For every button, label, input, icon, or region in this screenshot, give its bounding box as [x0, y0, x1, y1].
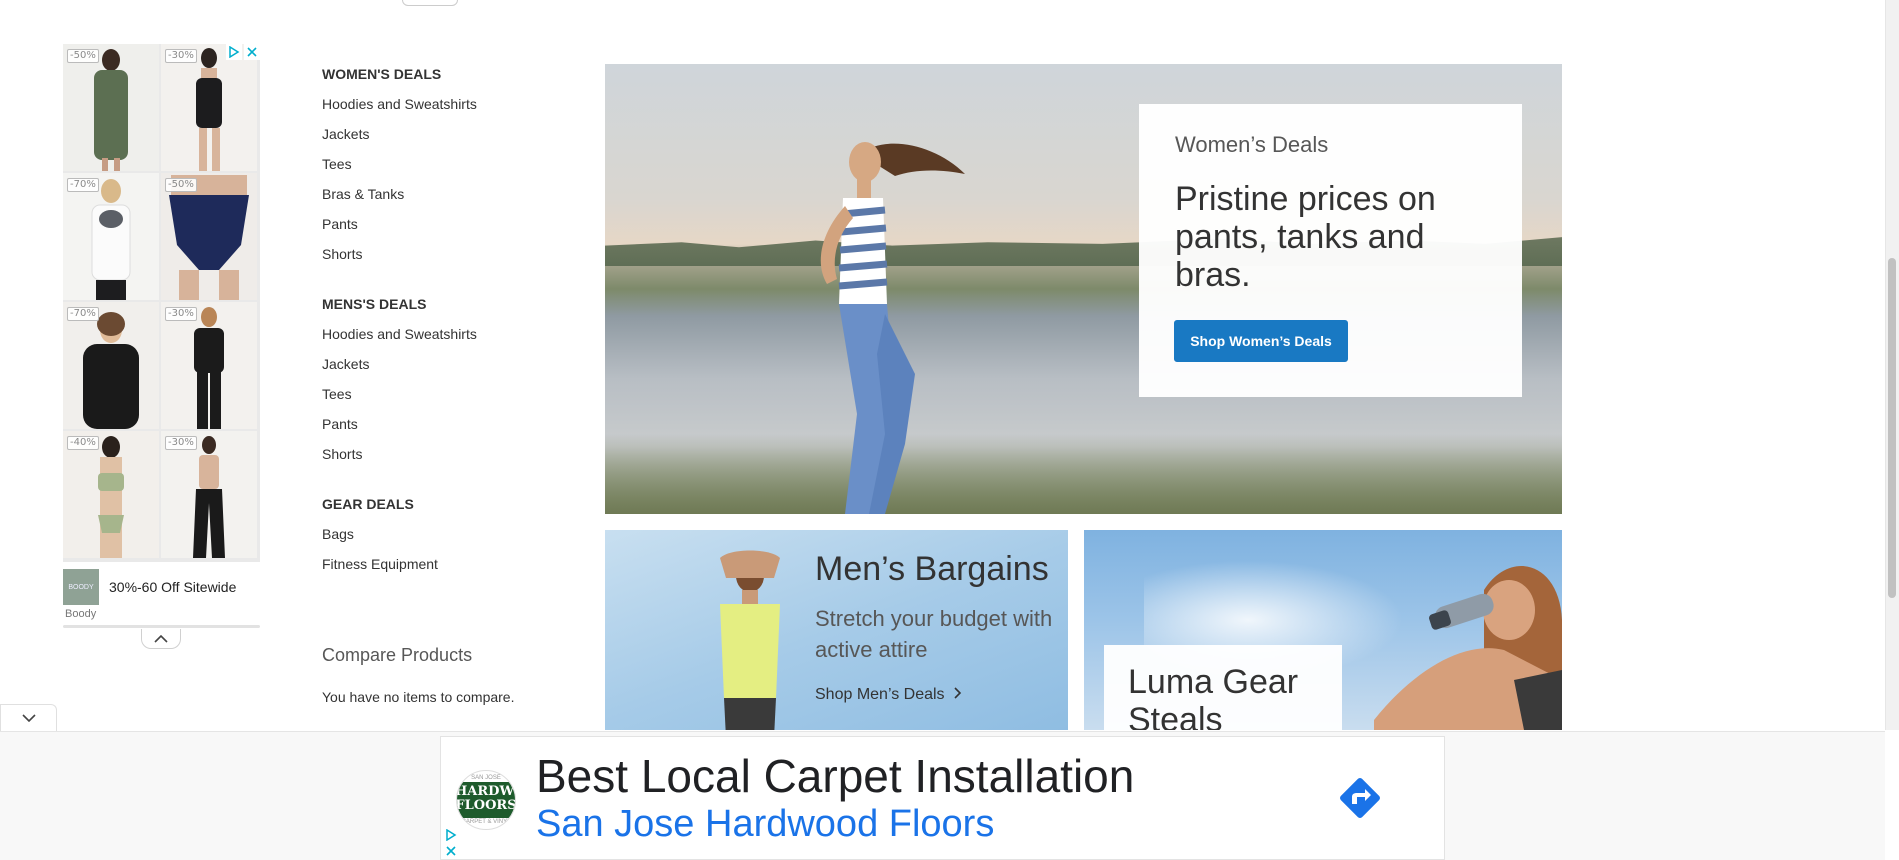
- compare-products-title: Compare Products: [322, 645, 473, 665]
- directions-arrow-icon[interactable]: [1335, 773, 1385, 823]
- product-image: [83, 312, 139, 429]
- discount-badge: -50%: [165, 178, 197, 192]
- deal-kicker: Women’s Deals: [1175, 132, 1329, 157]
- discount-badge: -30%: [165, 307, 197, 321]
- mens-tile-subtitle: Stretch your budget with active attire: [815, 606, 1053, 662]
- deal-headline: Pristine prices on pants, tanks and bras…: [1175, 180, 1436, 294]
- nav-group-title: WOMEN'S DEALS: [322, 66, 442, 82]
- nav-link-womens-pants[interactable]: Pants: [322, 214, 582, 234]
- top-search-stub[interactable]: [402, 0, 458, 6]
- ad-choices[interactable]: [224, 44, 260, 60]
- logo-bottom-text: CARPET & VINYL: [461, 819, 511, 825]
- logo-top-text: SAN JOSE: [471, 775, 501, 781]
- nav-link-mens-jackets[interactable]: Jackets: [322, 354, 582, 374]
- nav-link-womens-hoodies[interactable]: Hoodies and Sweatshirts: [322, 94, 582, 114]
- ad-advertiser[interactable]: Boody: [65, 608, 96, 620]
- ad-product-6[interactable]: -30%: [161, 302, 257, 429]
- discount-badge: -70%: [67, 178, 99, 192]
- product-image: [91, 179, 131, 300]
- ad-product-5[interactable]: -70%: [63, 302, 159, 429]
- sticky-ad-toggle[interactable]: [0, 704, 57, 731]
- left-display-ad[interactable]: -50% -30% -70% -50% -70% -30% -40% -30% …: [63, 44, 260, 649]
- deals-sidebar-nav: WOMEN'S DEALS Hoodies and Sweatshirts Ja…: [322, 64, 582, 604]
- ad-product-grid: -50% -30% -70% -50% -70% -30% -40% -30%: [63, 44, 260, 562]
- page: -50% -30% -70% -50% -70% -30% -40% -30% …: [0, 0, 1899, 860]
- discount-badge: -50%: [67, 49, 99, 63]
- advertiser-logo: SAN JOSE HARDWOOD FLOORS CARPET & VINYL: [456, 770, 516, 830]
- nav-link-womens-bras-tanks[interactable]: Bras & Tanks: [322, 184, 582, 204]
- discount-badge: -30%: [165, 49, 197, 63]
- ad-brand-row[interactable]: BOODY 30%-60 Off Sitewide: [63, 567, 260, 607]
- compare-empty-text: You have no items to compare.: [322, 689, 515, 705]
- sticky-banner-ad[interactable]: SAN JOSE HARDWOOD FLOORS CARPET & VINYL …: [440, 736, 1445, 860]
- discount-badge: -70%: [67, 307, 99, 321]
- nav-group-gear: GEAR DEALS Bags Fitness Equipment: [322, 494, 582, 574]
- hero-grass: [605, 434, 1562, 514]
- runner-image: [820, 142, 965, 514]
- nav-group-womens: WOMEN'S DEALS Hoodies and Sweatshirts Ja…: [322, 64, 582, 264]
- nav-link-gear-fitness[interactable]: Fitness Equipment: [322, 554, 582, 574]
- banner-headline[interactable]: Best Local Carpet Installation: [536, 749, 1134, 803]
- nav-link-womens-shorts[interactable]: Shorts: [322, 244, 582, 264]
- nav-link-mens-shorts[interactable]: Shorts: [322, 444, 582, 464]
- nav-link-gear-bags[interactable]: Bags: [322, 524, 582, 544]
- mens-bargains-tile[interactable]: Men’s Bargains Stretch your budget with …: [605, 530, 1068, 730]
- product-image: [193, 436, 225, 558]
- luma-gear-tile[interactable]: Luma Gear Steals: [1084, 530, 1562, 730]
- ad-headline[interactable]: 30%-60 Off Sitewide: [109, 579, 236, 595]
- nav-link-mens-hoodies[interactable]: Hoodies and Sweatshirts: [322, 324, 582, 344]
- ad-info-icon[interactable]: [226, 44, 242, 60]
- shop-mens-deals-label: Shop Men’s Deals: [815, 686, 945, 703]
- nav-group-mens: MENS'S DEALS Hoodies and Sweatshirts Jac…: [322, 294, 582, 464]
- ad-collapse-button[interactable]: [141, 629, 181, 649]
- scrollbar-thumb[interactable]: [1888, 258, 1896, 598]
- banner-advertiser[interactable]: San Jose Hardwood Floors: [536, 803, 994, 846]
- product-image: [94, 49, 128, 171]
- nav-link-mens-pants[interactable]: Pants: [322, 414, 582, 434]
- nav-link-mens-tees[interactable]: Tees: [322, 384, 582, 404]
- discount-badge: -30%: [165, 436, 197, 450]
- ad-product-3[interactable]: -70%: [63, 173, 159, 300]
- shop-womens-deals-button[interactable]: Shop Women’s Deals: [1174, 320, 1348, 362]
- ad-product-2[interactable]: -30%: [161, 44, 257, 171]
- gear-tile-title: Luma Gear Steals: [1128, 663, 1299, 730]
- womens-deal-card: Women’s Deals Pristine prices on pants, …: [1139, 104, 1522, 397]
- shop-mens-deals-link[interactable]: Shop Men’s Deals: [815, 686, 963, 704]
- brand-logo: BOODY: [63, 569, 99, 605]
- ad-info-icon[interactable]: [445, 829, 457, 841]
- chevron-right-icon: [954, 687, 962, 699]
- ad-product-8[interactable]: -30%: [161, 431, 257, 558]
- ad-product-4[interactable]: -50%: [161, 173, 257, 300]
- nav-link-womens-tees[interactable]: Tees: [322, 154, 582, 174]
- ad-divider: [63, 625, 260, 628]
- product-image: [196, 48, 222, 171]
- product-image: [98, 436, 124, 558]
- product-image: [194, 307, 224, 429]
- mens-figure-image: [720, 550, 780, 730]
- chevron-down-icon: [21, 714, 36, 722]
- page-scrollbar[interactable]: [1885, 0, 1899, 730]
- ad-product-7[interactable]: -40%: [63, 431, 159, 558]
- gear-title-card: Luma Gear Steals: [1104, 645, 1342, 730]
- logo-main-text: HARDWOOD FLOORS: [457, 782, 515, 818]
- nav-group-title: MENS'S DEALS: [322, 296, 427, 312]
- nav-link-womens-jackets[interactable]: Jackets: [322, 124, 582, 144]
- ad-product-1[interactable]: -50%: [63, 44, 159, 171]
- nav-group-title: GEAR DEALS: [322, 496, 414, 512]
- mens-tile-title: Men’s Bargains: [815, 550, 1049, 588]
- ad-close-icon[interactable]: [244, 44, 260, 60]
- gear-woman-image: [1374, 566, 1562, 730]
- discount-badge: -40%: [67, 436, 99, 450]
- ad-close-icon[interactable]: [445, 845, 457, 857]
- product-image: [169, 175, 249, 300]
- chevron-up-icon: [154, 634, 168, 643]
